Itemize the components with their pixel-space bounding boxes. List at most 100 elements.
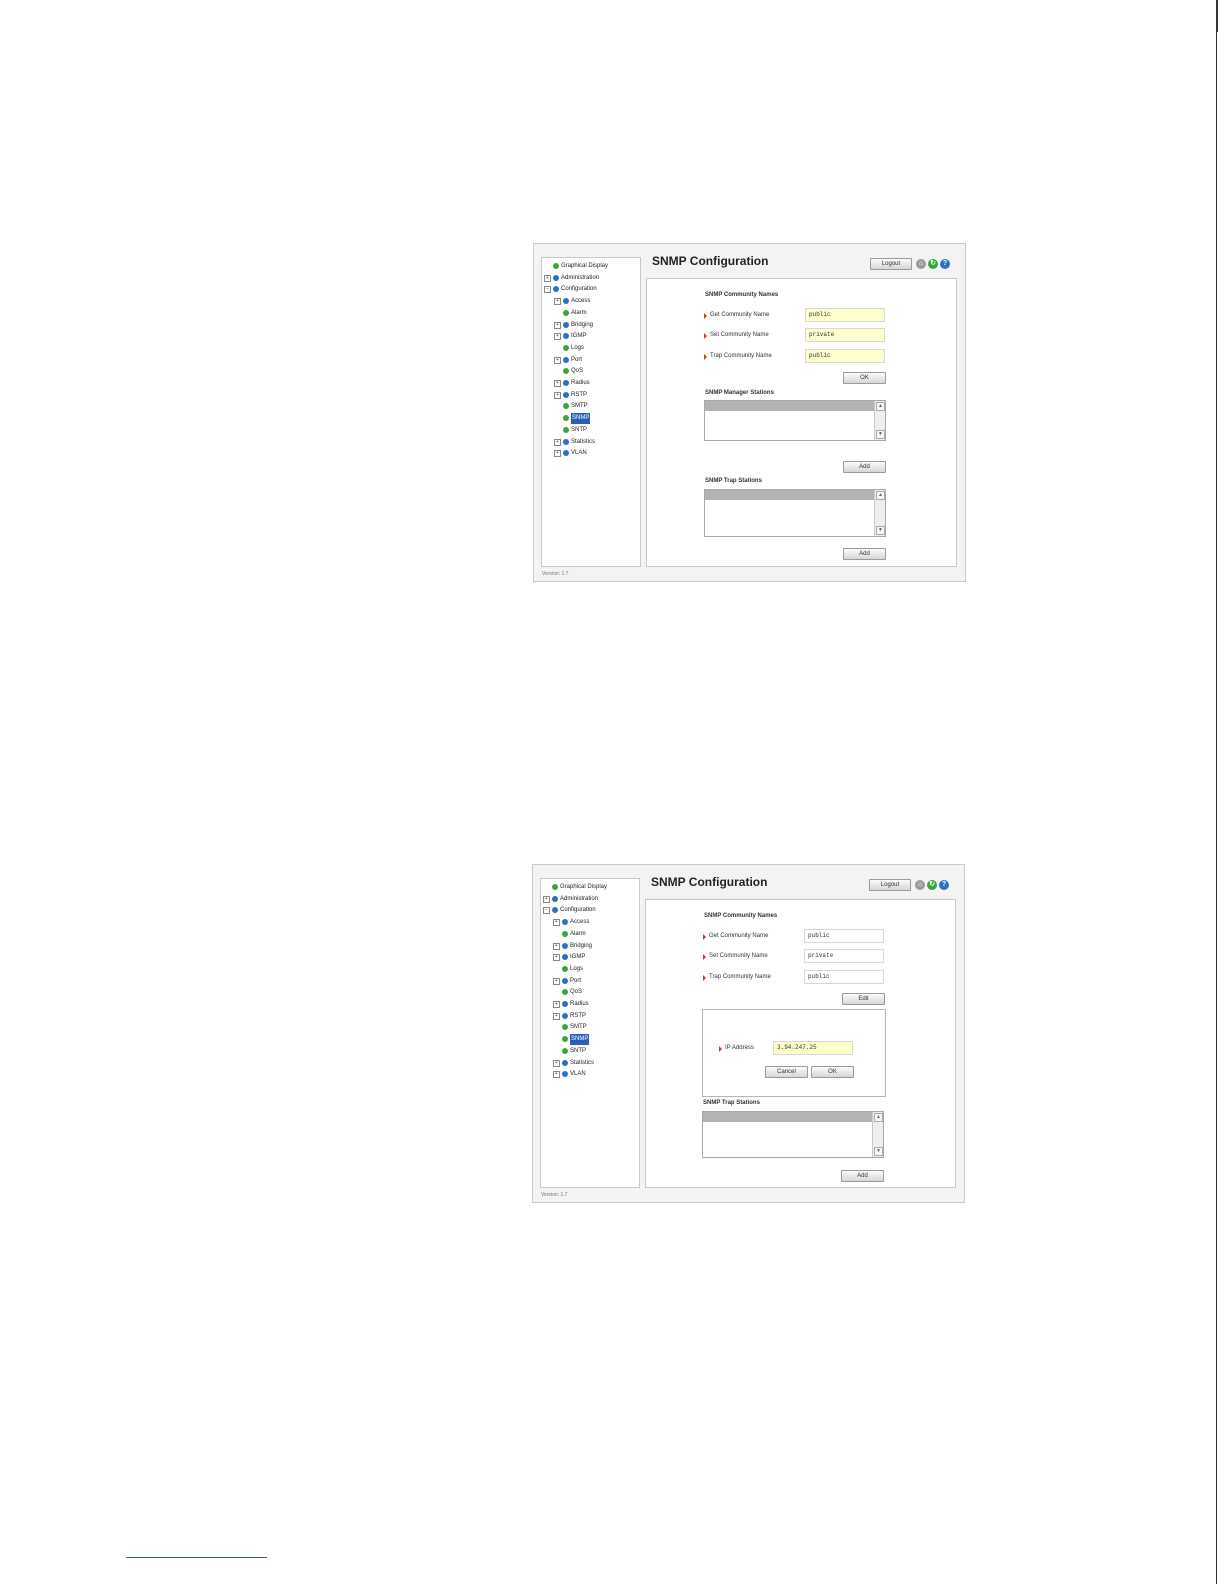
nav-item-label: Configuration bbox=[560, 907, 596, 914]
version-label: Version: 1.7 bbox=[542, 571, 569, 577]
page-bullet-icon bbox=[563, 309, 569, 316]
edit-button[interactable]: Edit bbox=[842, 993, 885, 1005]
nav-item-label: Bridging bbox=[570, 942, 593, 949]
nav-item-label: RSTP bbox=[570, 1012, 587, 1019]
refresh-icon[interactable]: ↻ bbox=[927, 880, 937, 890]
community-names-heading: SNMP Community Names bbox=[705, 292, 779, 298]
page-bullet-icon bbox=[563, 415, 569, 422]
get-community-input[interactable]: public bbox=[804, 929, 884, 943]
scrollbar[interactable]: ▲ ▼ bbox=[874, 401, 885, 440]
page-bullet-icon bbox=[562, 1024, 568, 1031]
expand-icon[interactable]: + bbox=[554, 380, 561, 387]
add-trap-button[interactable]: Add bbox=[843, 548, 886, 560]
required-arrow-icon bbox=[704, 354, 707, 360]
expand-icon[interactable]: + bbox=[553, 977, 560, 985]
scroll-up-icon[interactable]: ▲ bbox=[876, 402, 885, 411]
home-icon[interactable]: ⌂ bbox=[915, 880, 925, 890]
folder-bullet-icon bbox=[562, 919, 568, 926]
nav-item-label: Alarm bbox=[571, 309, 587, 316]
trap-community-label: Trap Community Name bbox=[710, 353, 772, 359]
ip-address-label: IP Address bbox=[725, 1045, 754, 1051]
nav-item-label: Access bbox=[570, 919, 590, 926]
set-community-label: Set Community Name bbox=[710, 332, 769, 338]
folder-bullet-icon bbox=[553, 286, 559, 293]
trap-community-input[interactable]: public bbox=[805, 349, 885, 363]
trap-community-input[interactable]: public bbox=[804, 970, 884, 984]
set-community-input[interactable]: private bbox=[804, 949, 884, 963]
page-bullet-icon bbox=[563, 403, 569, 410]
ip-address-input[interactable]: 3.94.247.25 bbox=[773, 1041, 853, 1055]
expand-icon[interactable]: + bbox=[554, 391, 561, 399]
page-bullet-icon bbox=[553, 263, 559, 269]
page-bullet-icon bbox=[563, 426, 569, 433]
expand-icon[interactable]: + bbox=[553, 1059, 560, 1067]
ok-button[interactable]: OK bbox=[843, 372, 886, 384]
manager-stations-list[interactable]: ▲ ▼ bbox=[704, 400, 886, 441]
folder-bullet-icon bbox=[562, 1059, 568, 1066]
nav-item-label: Logs bbox=[571, 344, 585, 351]
scroll-down-icon[interactable]: ▼ bbox=[876, 526, 885, 535]
expand-icon[interactable]: + bbox=[553, 919, 560, 927]
set-community-input[interactable]: private bbox=[805, 328, 885, 342]
nav-item-label: Statistics bbox=[571, 438, 596, 445]
expand-icon[interactable]: + bbox=[554, 438, 561, 446]
content-panel: SNMP Community Names Get Community Name … bbox=[646, 278, 957, 567]
cancel-button[interactable]: Cancel bbox=[765, 1066, 808, 1078]
expand-icon[interactable]: + bbox=[554, 321, 561, 329]
expand-icon[interactable]: + bbox=[554, 450, 561, 458]
nav-item-label: Alarm bbox=[570, 930, 586, 937]
folder-bullet-icon bbox=[563, 380, 569, 386]
page-edge-line bbox=[1216, 0, 1217, 1584]
folder-bullet-icon bbox=[563, 321, 569, 328]
expand-icon[interactable]: + bbox=[553, 1001, 560, 1008]
home-icon[interactable]: ⌂ bbox=[916, 259, 926, 269]
expand-icon[interactable]: + bbox=[543, 895, 550, 903]
nav-item-label: IGMP bbox=[571, 333, 587, 340]
expand-icon[interactable]: + bbox=[553, 1071, 560, 1079]
list-item[interactable] bbox=[703, 1112, 873, 1122]
page-bullet-icon bbox=[562, 1047, 568, 1054]
help-icon[interactable]: ? bbox=[939, 880, 949, 890]
refresh-icon[interactable]: ↻ bbox=[928, 259, 938, 269]
folder-bullet-icon bbox=[562, 977, 568, 984]
logout-button[interactable]: Logout bbox=[870, 258, 912, 270]
collapse-icon[interactable]: − bbox=[543, 907, 550, 915]
collapse-icon[interactable]: − bbox=[544, 286, 551, 294]
expand-icon[interactable]: + bbox=[554, 356, 561, 364]
required-arrow-icon bbox=[704, 313, 707, 319]
nav-item-label: SMTP bbox=[571, 403, 588, 410]
trap-stations-list[interactable]: ▲ ▼ bbox=[702, 1111, 884, 1158]
scroll-up-icon[interactable]: ▲ bbox=[874, 1113, 883, 1122]
expand-icon[interactable]: + bbox=[554, 333, 561, 341]
help-icon[interactable]: ? bbox=[940, 259, 950, 269]
required-arrow-icon bbox=[704, 333, 707, 339]
add-trap-button[interactable]: Add bbox=[841, 1170, 884, 1182]
list-item[interactable] bbox=[705, 490, 875, 500]
nav-item-label: SNMP bbox=[570, 1034, 590, 1046]
scroll-up-icon[interactable]: ▲ bbox=[876, 491, 885, 500]
scrollbar[interactable]: ▲ ▼ bbox=[874, 490, 885, 536]
trap-stations-heading: SNMP Trap Stations bbox=[705, 478, 762, 484]
logout-button[interactable]: Logout bbox=[869, 879, 911, 891]
expand-icon[interactable]: + bbox=[553, 1012, 560, 1020]
get-community-input[interactable]: public bbox=[805, 308, 885, 322]
folder-bullet-icon bbox=[553, 274, 559, 281]
expand-icon[interactable]: + bbox=[544, 274, 551, 282]
folder-bullet-icon bbox=[562, 954, 568, 961]
folder-bullet-icon bbox=[563, 438, 569, 445]
list-item[interactable] bbox=[705, 401, 875, 411]
expand-icon[interactable]: + bbox=[554, 298, 561, 306]
dialog-ok-button[interactable]: OK bbox=[811, 1066, 854, 1078]
scroll-down-icon[interactable]: ▼ bbox=[874, 1147, 883, 1156]
nav-item-label: Statistics bbox=[570, 1059, 595, 1066]
scrollbar[interactable]: ▲ ▼ bbox=[872, 1112, 883, 1157]
trap-stations-list[interactable]: ▲ ▼ bbox=[704, 489, 886, 537]
add-manager-button[interactable]: Add bbox=[843, 461, 886, 473]
expand-icon[interactable]: + bbox=[553, 942, 560, 950]
folder-bullet-icon bbox=[563, 298, 569, 305]
nav-item-label: Graphical Display bbox=[560, 884, 608, 890]
nav-item-label: Administration bbox=[561, 274, 600, 281]
scroll-down-icon[interactable]: ▼ bbox=[876, 430, 885, 439]
expand-icon[interactable]: + bbox=[553, 954, 560, 962]
nav-item-label: SNMP bbox=[571, 413, 591, 425]
